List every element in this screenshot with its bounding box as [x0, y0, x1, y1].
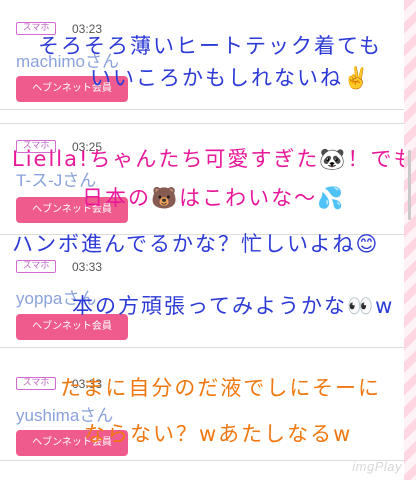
post-time: 03:33 [72, 260, 103, 274]
overlay-caption-line: たまに自分のだ液でしにそーに [60, 376, 381, 400]
feed-post: スマホ 03:25 T-ス-Jさん ヘブンネット会員 [0, 123, 404, 235]
overlay-caption-line: ハンボ進んでるかな？忙しいよね😊 [12, 232, 380, 256]
scrollbar-thumb[interactable] [408, 150, 411, 220]
device-badge: スマホ [16, 260, 56, 273]
overlay-caption-line: Liella!ちゃんたち可愛すぎた🐼！でも [12, 147, 416, 171]
overlay-caption-line: 日本の🐻はこわいな〜💦 [82, 186, 346, 210]
watermark-logo: imgPlay [352, 459, 402, 474]
overlay-caption-line: いいころかもしれないね✌️ [90, 66, 372, 90]
device-badge: スマホ [16, 377, 56, 390]
overlay-caption-line: ならない？wあたしなるw [84, 422, 353, 446]
overlay-caption-line: そろそろ薄いヒートテック着ても [38, 34, 382, 58]
overlay-caption-line: 本の方頑張ってみようかな👀w [72, 294, 395, 318]
decorative-border [404, 0, 416, 480]
